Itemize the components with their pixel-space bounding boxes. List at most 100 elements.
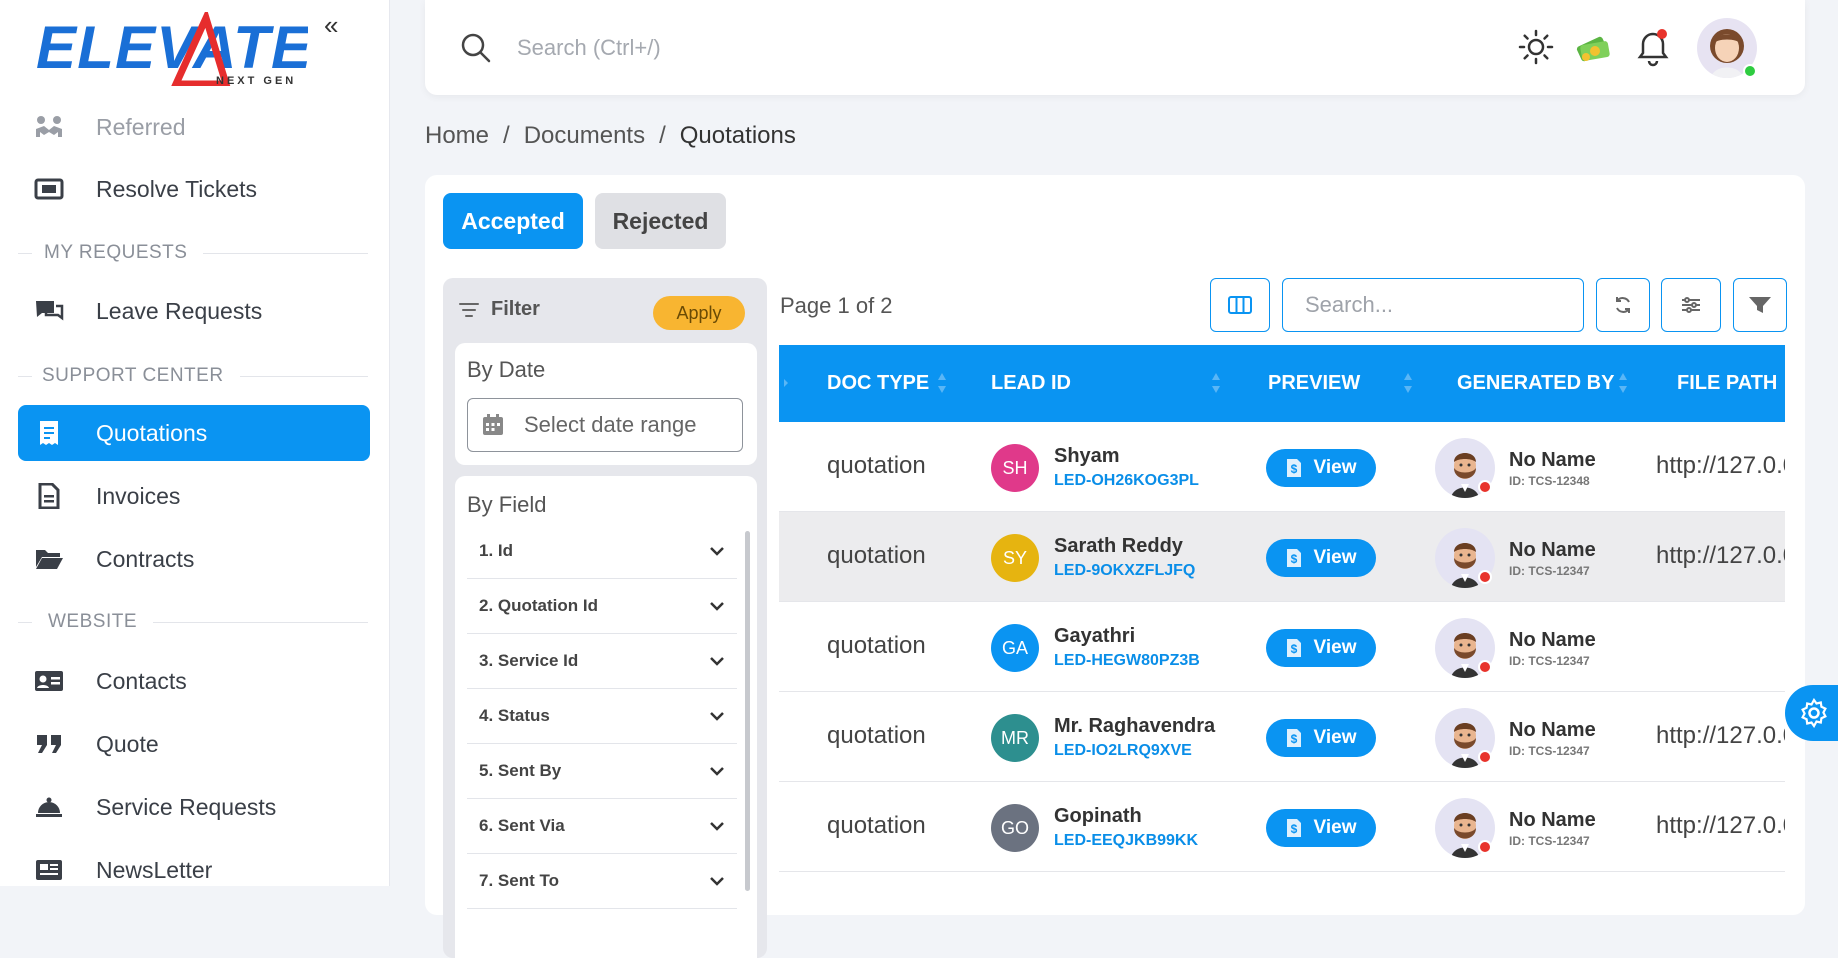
breadcrumb-separator: / <box>503 122 510 149</box>
breadcrumb-home[interactable]: Home <box>425 122 489 150</box>
sidebar-item-quotations[interactable]: Quotations <box>18 405 370 461</box>
dollar-document-icon: $ <box>1286 458 1302 478</box>
sliders-button[interactable] <box>1661 278 1721 332</box>
sidebar-item-contracts[interactable]: Contracts <box>18 531 370 587</box>
filter-scrollbar[interactable] <box>745 531 750 891</box>
lead-id-link[interactable]: LED-IO2LRQ9XVE <box>1054 742 1192 760</box>
field-row-status[interactable]: 4. Status <box>467 689 737 744</box>
sidebar: ELEVATE NEXT GEN « Referred Resolve Tick… <box>0 0 390 886</box>
theme-toggle-icon[interactable] <box>1518 29 1554 65</box>
main-card: Accepted Rejected Filter Apply By Date S… <box>425 175 1805 958</box>
table-row[interactable]: quotation SH Shyam LED-OH26KOG3PL $ View No Na… <box>779 422 1785 512</box>
by-date-heading: By Date <box>467 357 546 382</box>
svg-text:$: $ <box>1290 552 1297 566</box>
sort-icon[interactable] <box>1403 371 1413 395</box>
lead-id-link[interactable]: LED-9OKXZFLJFQ <box>1054 562 1195 580</box>
page-info: Page 1 of 2 <box>780 293 893 318</box>
sidebar-item-label: Referred <box>96 113 186 140</box>
view-preview-button[interactable]: $ View <box>1266 719 1376 757</box>
view-label: View <box>1313 817 1357 838</box>
global-search-input[interactable] <box>517 28 1217 68</box>
view-preview-button[interactable]: $ View <box>1266 539 1376 577</box>
sort-icon[interactable] <box>1618 371 1628 395</box>
filter-toggle-button[interactable] <box>1733 278 1787 332</box>
sidebar-item-label: Service Requests <box>96 793 277 820</box>
sidebar-item-invoices[interactable]: Invoices <box>18 468 370 524</box>
sidebar-item-label: Quote <box>96 730 159 757</box>
file-path-cell[interactable]: http://127.0.0.1 <box>1656 722 1785 750</box>
field-row-service-id[interactable]: 3. Service Id <box>467 634 737 689</box>
dollar-document-icon: $ <box>1286 548 1302 568</box>
breadcrumb-quotations: Quotations <box>679 122 796 149</box>
offline-status-dot <box>1478 840 1492 854</box>
date-range-placeholder: Select date range <box>524 412 697 437</box>
table-row[interactable]: quotation SY Sarath Reddy LED-9OKXZFLJFQ $ Vi… <box>779 512 1785 602</box>
refresh-button[interactable] <box>1596 278 1650 332</box>
dollar-document-icon: $ <box>1286 638 1302 658</box>
bell-service-icon <box>34 792 64 822</box>
field-row-sent-by[interactable]: 5. Sent By <box>467 744 737 799</box>
search-icon[interactable] <box>460 32 492 64</box>
column-header-doc-type[interactable]: DOC TYPE <box>827 345 929 422</box>
lead-id-link[interactable]: LED-HEGW80PZ3B <box>1054 652 1200 670</box>
table-row[interactable]: quotation MR Mr. Raghavendra LED-IO2LRQ9XVE… <box>779 692 1785 782</box>
by-date-box: By Date Select date range <box>455 343 757 465</box>
apply-filter-button[interactable]: Apply <box>653 296 745 330</box>
column-header-generated-by[interactable]: GENERATED BY <box>1457 345 1614 422</box>
date-range-input[interactable]: Select date range <box>467 398 743 452</box>
columns-button[interactable] <box>1210 278 1270 332</box>
sidebar-item-quote[interactable]: Quote <box>18 716 370 772</box>
filter-panel: Filter Apply By Date Select date range B… <box>443 278 767 958</box>
tab-accepted[interactable]: Accepted <box>443 193 583 249</box>
elevate-logo[interactable]: ELEVATE NEXT GEN <box>36 12 308 86</box>
table-row[interactable]: quotation GO Gopinath LED-EEQJKB99KK $ View No… <box>779 782 1785 872</box>
sidebar-item-leave-requests[interactable]: Leave Requests <box>18 283 370 339</box>
chevron-down-icon <box>709 821 725 831</box>
svg-text:ELEVATE: ELEVATE <box>36 14 308 81</box>
field-label: 5. Sent By <box>479 761 562 780</box>
view-label: View <box>1313 727 1357 748</box>
doc-type-cell: quotation <box>827 812 926 839</box>
column-header-preview[interactable]: PREVIEW <box>1268 345 1360 422</box>
view-preview-button[interactable]: $ View <box>1266 809 1376 847</box>
table-header: DOC TYPE LEAD ID PREVIEW GENERATED BY FI… <box>779 345 1785 422</box>
field-row-sent-to[interactable]: 7. Sent To <box>467 854 737 909</box>
sliders-icon <box>1681 296 1701 314</box>
offline-status-dot <box>1478 480 1492 494</box>
tab-rejected[interactable]: Rejected <box>595 193 726 249</box>
sidebar-item-newsletter[interactable]: NewsLetter <box>18 842 370 886</box>
sidebar-item-referred[interactable]: Referred <box>18 99 370 155</box>
newspaper-icon <box>34 855 64 885</box>
file-path-cell[interactable]: http://127.0.0.1 <box>1656 812 1785 840</box>
breadcrumb-separator: / <box>659 122 666 149</box>
field-row-quotation-id[interactable]: 2. Quotation Id <box>467 579 737 634</box>
breadcrumb-documents[interactable]: Documents <box>524 122 645 150</box>
lead-avatar: GA <box>991 624 1039 672</box>
lead-id-link[interactable]: LED-EEQJKB99KK <box>1054 832 1198 850</box>
top-bar <box>425 0 1805 95</box>
view-label: View <box>1313 637 1357 658</box>
money-icon[interactable] <box>1575 29 1613 65</box>
file-path-cell[interactable]: http://127.0.0.1 <box>1656 542 1785 570</box>
table-search-input[interactable] <box>1282 278 1584 332</box>
column-header-lead-id[interactable]: LEAD ID <box>991 345 1071 422</box>
view-preview-button[interactable]: $ View <box>1266 629 1376 667</box>
sidebar-item-resolve-tickets[interactable]: Resolve Tickets <box>18 161 370 217</box>
column-header-file-path[interactable]: FILE PATH <box>1677 345 1777 422</box>
sort-icon[interactable] <box>1211 371 1221 395</box>
lead-id-link[interactable]: LED-OH26KOG3PL <box>1054 472 1199 490</box>
collapse-sidebar-icon[interactable]: « <box>324 10 338 41</box>
file-path-cell[interactable]: http://127.0.0.1 <box>1656 452 1785 480</box>
table-row[interactable]: quotation GA Gayathri LED-HEGW80PZ3B $ View No… <box>779 602 1785 692</box>
filter-lines-icon <box>459 302 479 318</box>
sidebar-item-service-requests[interactable]: Service Requests <box>18 779 370 835</box>
notification-bell-icon[interactable] <box>1636 29 1670 67</box>
generator-name: No Name <box>1509 809 1596 831</box>
settings-fab-button[interactable] <box>1785 685 1838 741</box>
sidebar-item-contacts[interactable]: Contacts <box>18 653 370 709</box>
field-row-sent-via[interactable]: 6. Sent Via <box>467 799 737 854</box>
view-preview-button[interactable]: $ View <box>1266 449 1376 487</box>
sort-icon[interactable] <box>937 371 947 395</box>
sidebar-item-label: NewsLetter <box>96 856 213 883</box>
field-row-id[interactable]: 1. Id <box>467 524 737 579</box>
